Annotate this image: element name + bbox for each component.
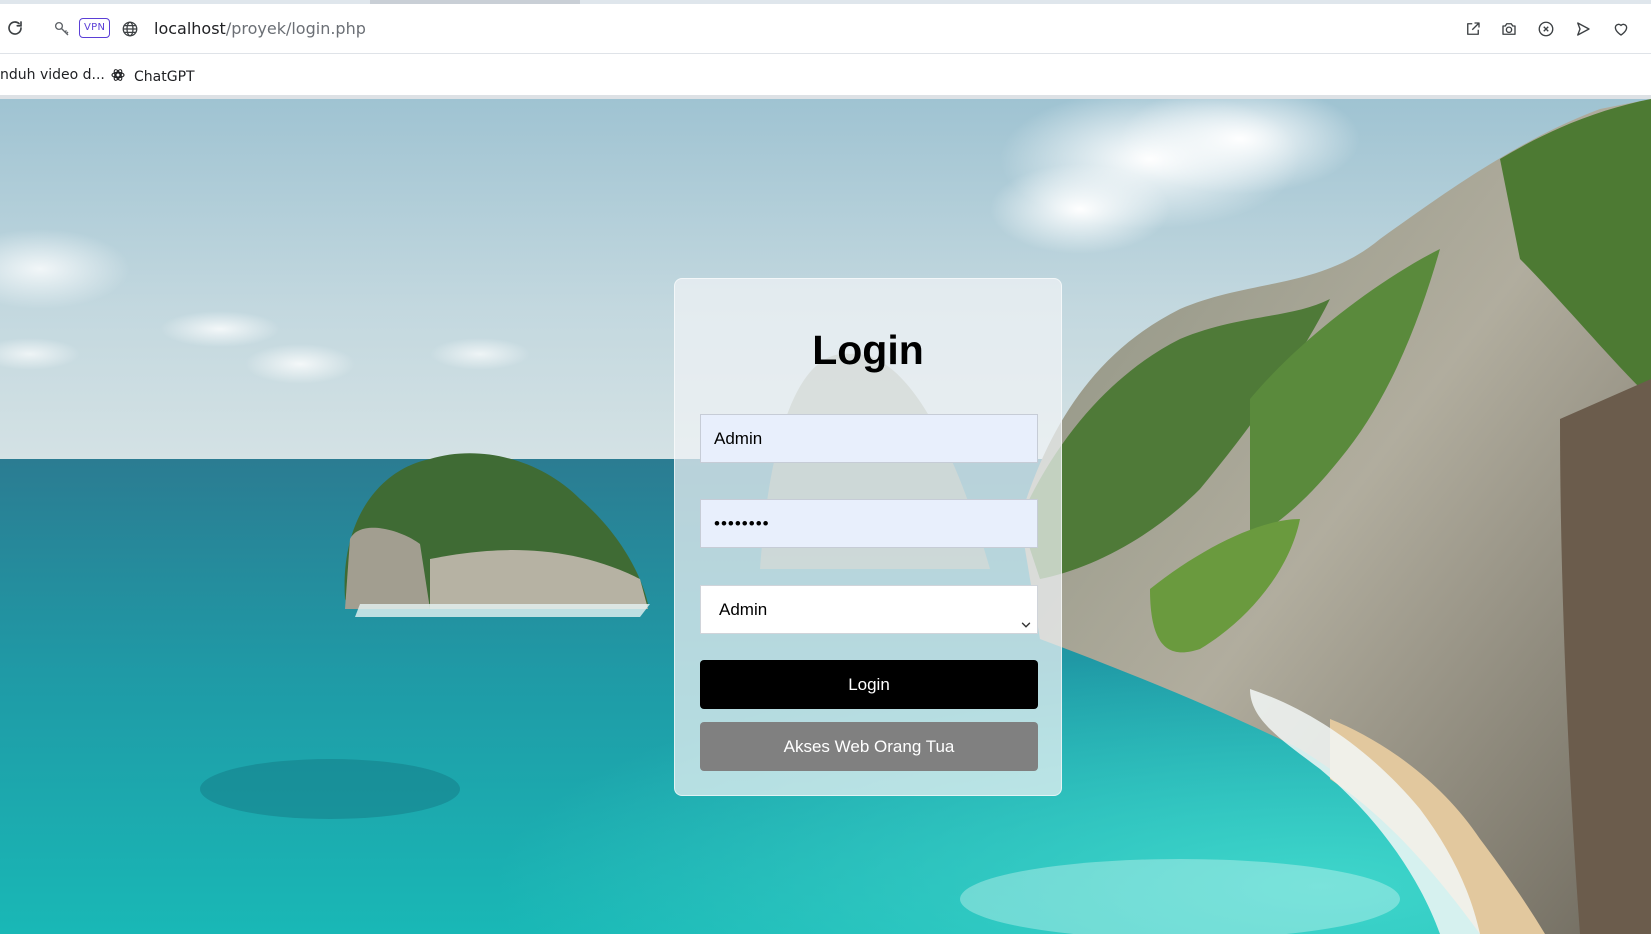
- chatgpt-icon: [110, 67, 126, 87]
- url-field[interactable]: localhost/proyek/login.php: [154, 18, 366, 40]
- role-select-value: Admin: [719, 600, 768, 619]
- login-button[interactable]: Login: [700, 660, 1038, 709]
- key-icon[interactable]: [50, 17, 74, 41]
- login-card: Login Admin •••••••• Admin Login Akses W…: [674, 278, 1062, 796]
- username-input[interactable]: Admin: [700, 414, 1038, 463]
- chevron-down-icon: [1019, 603, 1033, 628]
- share-icon[interactable]: [1461, 17, 1485, 41]
- loading-strip: [0, 0, 1651, 4]
- role-select[interactable]: Admin: [700, 585, 1038, 634]
- login-title: Login: [812, 327, 924, 373]
- reload-icon[interactable]: [2, 15, 28, 41]
- browser-address-bar: VPN localhost/proyek/login.php: [0, 0, 1651, 54]
- bookmark-item[interactable]: nduh video d...: [0, 67, 105, 83]
- globe-icon[interactable]: [118, 17, 142, 41]
- camera-icon[interactable]: [1497, 17, 1521, 41]
- bookmark-chatgpt[interactable]: ChatGPT: [110, 67, 195, 87]
- shield-x-icon[interactable]: [1534, 17, 1558, 41]
- password-input[interactable]: ••••••••: [700, 499, 1038, 548]
- bookmark-label: ChatGPT: [134, 69, 195, 85]
- url-host: localhost: [154, 19, 226, 38]
- bookmarks-bar: nduh video d... ChatGPT: [0, 54, 1651, 99]
- parent-access-button[interactable]: Akses Web Orang Tua: [700, 722, 1038, 771]
- send-icon[interactable]: [1571, 17, 1595, 41]
- url-path: /proyek/login.php: [225, 19, 366, 38]
- heart-icon[interactable]: [1609, 17, 1633, 41]
- vpn-badge[interactable]: VPN: [79, 18, 111, 38]
